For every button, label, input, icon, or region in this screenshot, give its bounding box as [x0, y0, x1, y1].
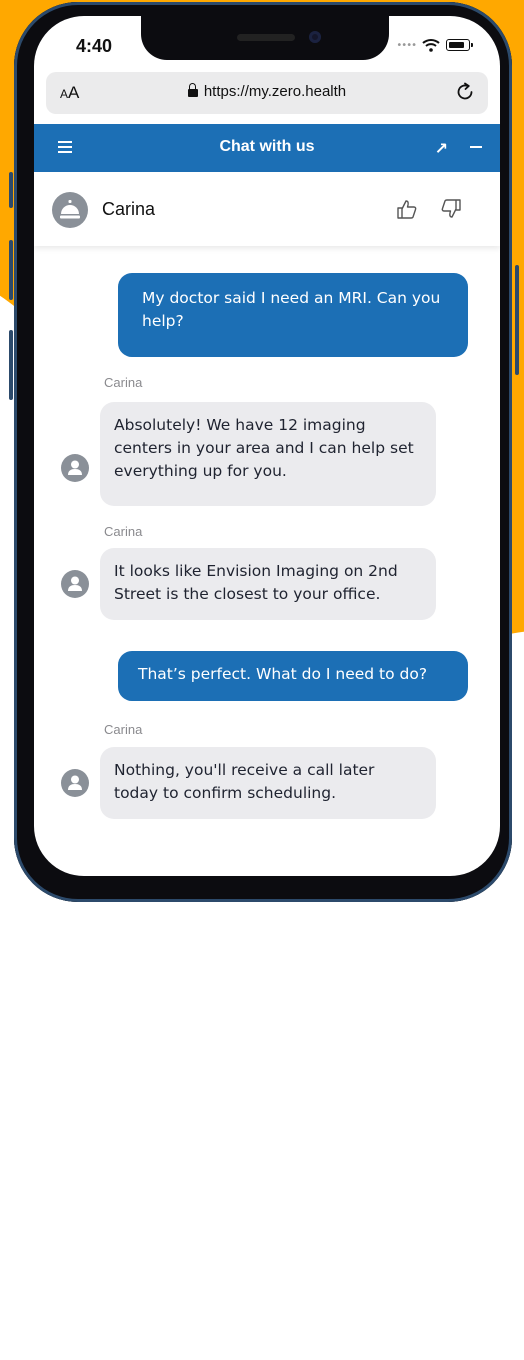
lock-icon — [187, 83, 198, 97]
phone-volume-up-button — [9, 240, 13, 300]
agent-message-avatar — [61, 454, 89, 482]
agent-bar: Carina — [34, 172, 500, 246]
person-icon — [68, 460, 82, 475]
front-camera — [309, 31, 321, 43]
person-icon — [68, 775, 82, 790]
chat-title: Chat with us — [219, 138, 315, 155]
agent-message: Absolutely! We have 12 imaging centers i… — [100, 402, 436, 506]
minimize-icon[interactable] — [470, 146, 482, 148]
message-sender: Carina — [104, 524, 143, 539]
message-sender: Carina — [104, 722, 143, 737]
phone-side-button — [9, 172, 13, 208]
message-list: My doctor said I need an MRI. Can you he… — [34, 252, 500, 876]
user-message: That’s perfect. What do I need to do? — [118, 651, 468, 701]
wifi-icon — [422, 39, 440, 52]
url-text: https://my.zero.health — [203, 83, 347, 100]
status-icons: •••• — [396, 38, 473, 52]
user-message: My doctor said I need an MRI. Can you he… — [118, 273, 468, 357]
reload-icon[interactable] — [454, 81, 476, 103]
thumbs-down-icon[interactable] — [440, 198, 462, 220]
phone-screen: 4:40 •••• AA https://my.zero.health Chat… — [34, 16, 500, 876]
notch — [141, 16, 389, 60]
phone-volume-down-button — [9, 330, 13, 400]
status-time: 4:40 — [76, 36, 113, 56]
agent-avatar — [52, 192, 88, 228]
browser-url-bar[interactable]: AA https://my.zero.health — [46, 72, 488, 114]
agent-message-avatar — [61, 769, 89, 797]
person-icon — [68, 576, 82, 591]
signal-icon: •••• — [396, 39, 417, 51]
agent-message: Nothing, you'll receive a call later tod… — [100, 747, 436, 819]
expand-icon[interactable]: ↗ — [435, 139, 448, 158]
battery-icon — [446, 39, 473, 51]
service-bell-icon — [60, 200, 80, 219]
agent-name: Carina — [102, 199, 156, 219]
chat-header: Chat with us ↗ — [34, 124, 500, 172]
phone-power-button — [515, 265, 519, 375]
agent-message-avatar — [61, 570, 89, 598]
speaker-grille — [237, 34, 295, 41]
agent-message: It looks like Envision Imaging on 2nd St… — [100, 548, 436, 620]
url-field[interactable]: https://my.zero.health — [46, 83, 488, 100]
thumbs-up-icon[interactable] — [396, 198, 418, 220]
message-sender: Carina — [104, 375, 143, 390]
